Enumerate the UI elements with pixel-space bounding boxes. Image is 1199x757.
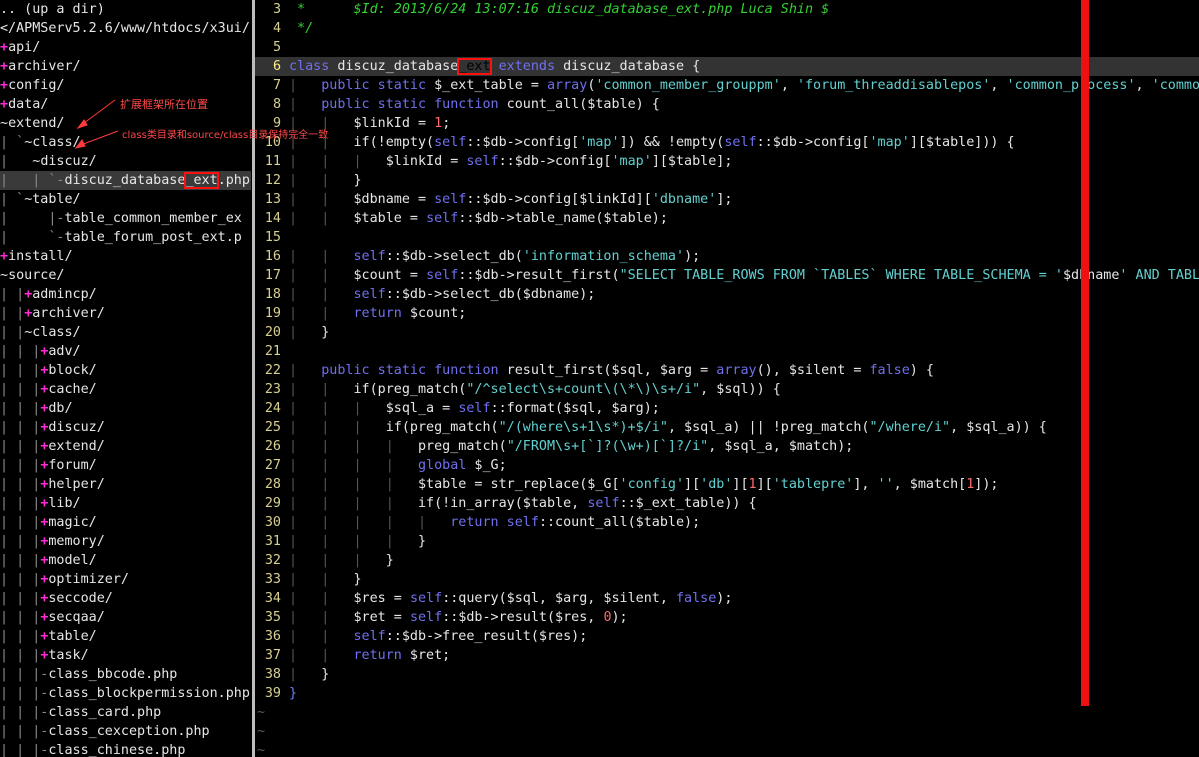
annotation-arrows	[74, 99, 119, 149]
arrow-head-2	[74, 139, 86, 149]
